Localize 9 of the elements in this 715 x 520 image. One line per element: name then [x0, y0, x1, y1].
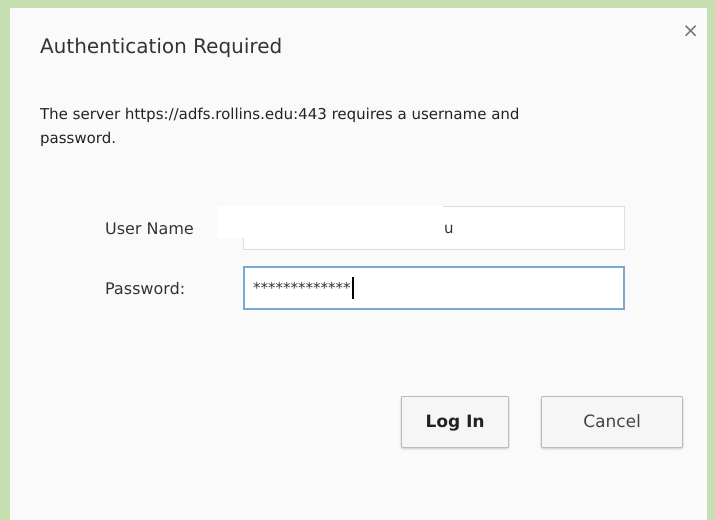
dialog-title: Authentication Required: [40, 34, 282, 58]
cancel-button[interactable]: Cancel: [541, 396, 683, 448]
close-button[interactable]: ×: [682, 18, 699, 42]
log-in-button[interactable]: Log In: [401, 396, 509, 448]
field-label: Password:: [105, 278, 186, 298]
message-text: The server https://adfs.rollins.edu:443 requires a username and password.: [40, 104, 520, 149]
field-label: User Name: [105, 218, 195, 238]
text-cursor: [352, 277, 354, 299]
input-field[interactable]: *************: [243, 266, 625, 310]
